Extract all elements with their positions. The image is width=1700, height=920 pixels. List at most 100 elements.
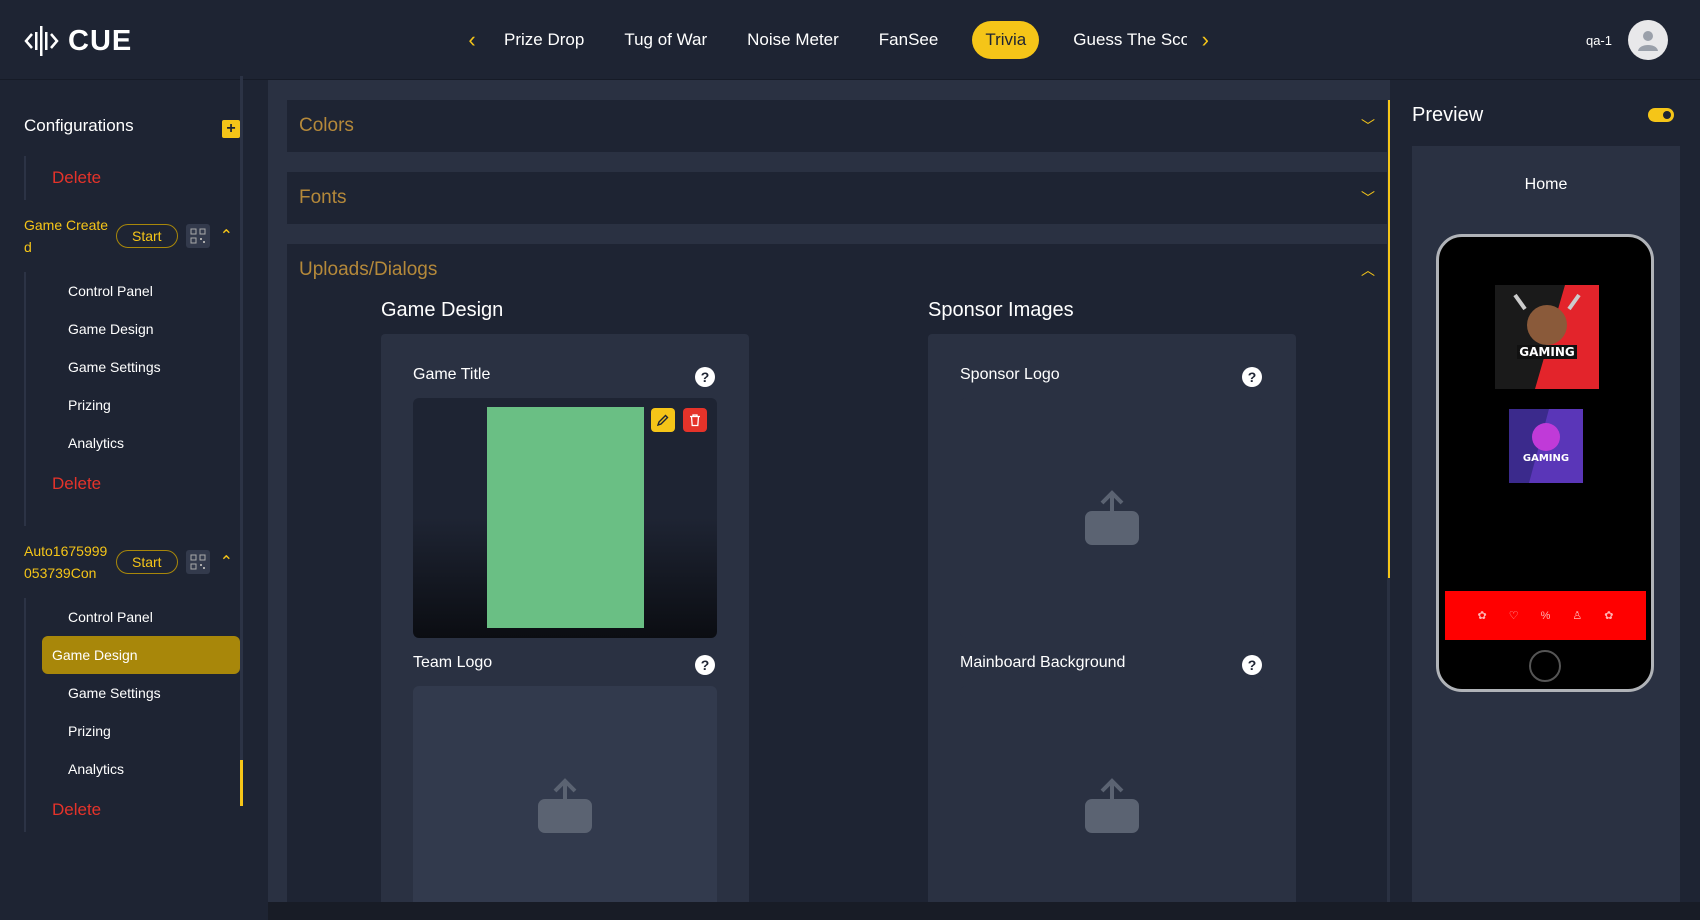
nav-user-icon: ♙ [1572,610,1583,622]
main-content: Colors ﹀ Fonts ﹀ Uploads/Dialogs ︿ Game … [268,80,1390,902]
sponsor-logo-upload[interactable] [960,398,1264,638]
sidebar-item-control-panel[interactable]: Control Panel [42,598,242,636]
sidebar-item-analytics[interactable]: Analytics [42,750,242,788]
sidebar-item-analytics[interactable]: Analytics [42,424,242,462]
tab-tug-of-war[interactable]: Tug of War [624,30,707,50]
top-header: CUE ‹ Prize Drop Tug of War Noise Meter … [0,0,1700,80]
sidebar-item-prizing[interactable]: Prizing [42,712,242,750]
sidebar-scrollbar-thumb[interactable] [240,760,243,806]
tab-guess-the-score[interactable]: Guess The Sco [1073,30,1187,50]
sidebar: Configurations + Delete Game Created Sta… [0,80,268,920]
sidebar-item-game-design[interactable]: Game Design [42,310,242,348]
config-group-header: Game Created Start ⌃ [24,200,244,272]
add-configuration-icon[interactable]: + [222,120,240,138]
config-name: Game Created [24,217,109,255]
nav-percent-icon: % [1540,609,1551,622]
uploads-accordion[interactable]: Uploads/Dialogs ︿ Game Design Sponsor Im… [287,244,1387,902]
accordion-title: Fonts [299,187,347,208]
logo2-text: GAMING [1523,453,1569,464]
logo-text: CUE [68,24,133,57]
sponsor-logo-label: Sponsor Logo [960,366,1060,383]
upload-icon [538,778,592,833]
tabs-next-arrow-icon[interactable]: › [1193,20,1217,60]
nav-award-icon: ✿ [1477,610,1487,622]
footer-bar [268,902,1700,920]
nav-medal-icon: ✿ [1604,610,1614,622]
qr-code-icon[interactable] [185,550,210,574]
sidebar-item-prizing[interactable]: Prizing [42,386,242,424]
game-tabs: ‹ Prize Drop Tug of War Noise Meter FanS… [460,20,1217,60]
nav-heart-icon: ♡ [1508,610,1519,622]
logo-wave-icon [24,26,59,56]
gaming-esports-logo: GAMING [1509,409,1583,483]
sidebar-item-game-settings[interactable]: Game Settings [42,674,242,712]
configuration-list: Delete Game Created Start ⌃ Control Pane… [24,156,244,876]
chevron-up-icon[interactable]: ︿ [1361,260,1375,280]
sidebar-item-control-panel[interactable]: Control Panel [42,272,242,310]
avatar[interactable] [1628,20,1668,60]
help-icon[interactable]: ? [695,655,715,675]
qr-code-icon[interactable] [185,224,210,248]
collapse-chevron-icon[interactable]: ⌃ [220,226,233,246]
tab-fansee[interactable]: FanSee [879,30,939,50]
help-icon[interactable]: ? [695,367,715,387]
tabs-prev-arrow-icon[interactable]: ‹ [460,20,484,60]
colors-accordion[interactable]: Colors ﹀ [287,100,1387,152]
config-name: Auto1675999053739Con [24,543,108,581]
edit-image-button[interactable] [651,408,675,432]
help-icon[interactable]: ? [1242,367,1262,387]
preview-toggle[interactable] [1648,108,1674,122]
accordion-header[interactable]: Uploads/Dialogs ︿ [287,244,1387,296]
upload-icon [1085,778,1139,833]
configurations-title: Configurations [24,116,134,135]
preview-panel: Preview Home GAMING GAMING ✿ ♡ % ♙ ✿ [1390,80,1700,902]
start-button[interactable]: Start [116,550,178,574]
start-button[interactable]: Start [116,224,178,248]
pencil-icon [656,414,669,427]
sidebar-item-game-settings[interactable]: Game Settings [42,348,242,386]
gaming-team-logo: GAMING [1495,285,1599,389]
app-logo[interactable]: CUE [24,22,132,60]
chevron-down-icon[interactable]: ﹀ [1361,188,1375,208]
game-design-title: Game Design [381,299,504,321]
collapse-chevron-icon[interactable]: ⌃ [220,552,233,572]
delete-image-button[interactable] [683,408,707,432]
mainboard-background-upload[interactable] [960,686,1264,902]
sponsor-images-card: Sponsor Logo ? Mainboard Background ? [928,334,1296,902]
user-icon [1638,31,1658,51]
trash-icon [690,414,700,427]
accordion-header[interactable]: Fonts ﹀ [287,172,1387,224]
accordion-title: Uploads/Dialogs [299,259,438,280]
uploaded-image-preview [487,407,644,628]
team-logo-label: Team Logo [413,654,493,671]
user-name: qa-1 [1585,32,1612,48]
delete-link[interactable]: Delete [26,462,244,506]
sidebar-item-game-design[interactable]: Game Design [42,636,240,674]
preview-navbar: ✿ ♡ % ♙ ✿ [1445,591,1646,640]
sponsor-images-title: Sponsor Images [928,299,1074,321]
fonts-accordion[interactable]: Fonts ﹀ [287,172,1387,224]
delete-link[interactable]: Delete [26,788,244,832]
accordion-title: Colors [299,115,354,136]
phone-home-button [1529,650,1561,682]
help-icon[interactable]: ? [1242,655,1262,675]
tab-noise-meter[interactable]: Noise Meter [747,30,839,50]
game-title-label: Game Title [413,366,491,383]
chevron-down-icon[interactable]: ﹀ [1361,116,1375,136]
phone-mockup: GAMING GAMING ✿ ♡ % ♙ ✿ [1436,234,1654,692]
game-title-image [413,398,717,638]
game-design-card: Game Title ? Team Logo ? [381,334,749,902]
delete-link[interactable]: Delete [26,156,244,200]
user-menu[interactable]: qa-1 [1586,20,1668,60]
logo1-text: GAMING [1519,345,1574,359]
tab-prize-drop[interactable]: Prize Drop [504,30,584,50]
upload-icon [1085,490,1139,545]
mainboard-background-label: Mainboard Background [960,654,1126,671]
preview-title: Preview [1412,104,1484,126]
accordion-header[interactable]: Colors ﹀ [287,100,1387,152]
config-group-header: Auto1675999053739Con Start ⌃ [24,526,244,598]
tab-trivia[interactable]: Trivia [972,21,1040,59]
preview-screen-label: Home [1524,176,1568,193]
team-logo-upload[interactable] [413,686,717,902]
sidebar-scrollbar-track[interactable] [240,76,243,806]
